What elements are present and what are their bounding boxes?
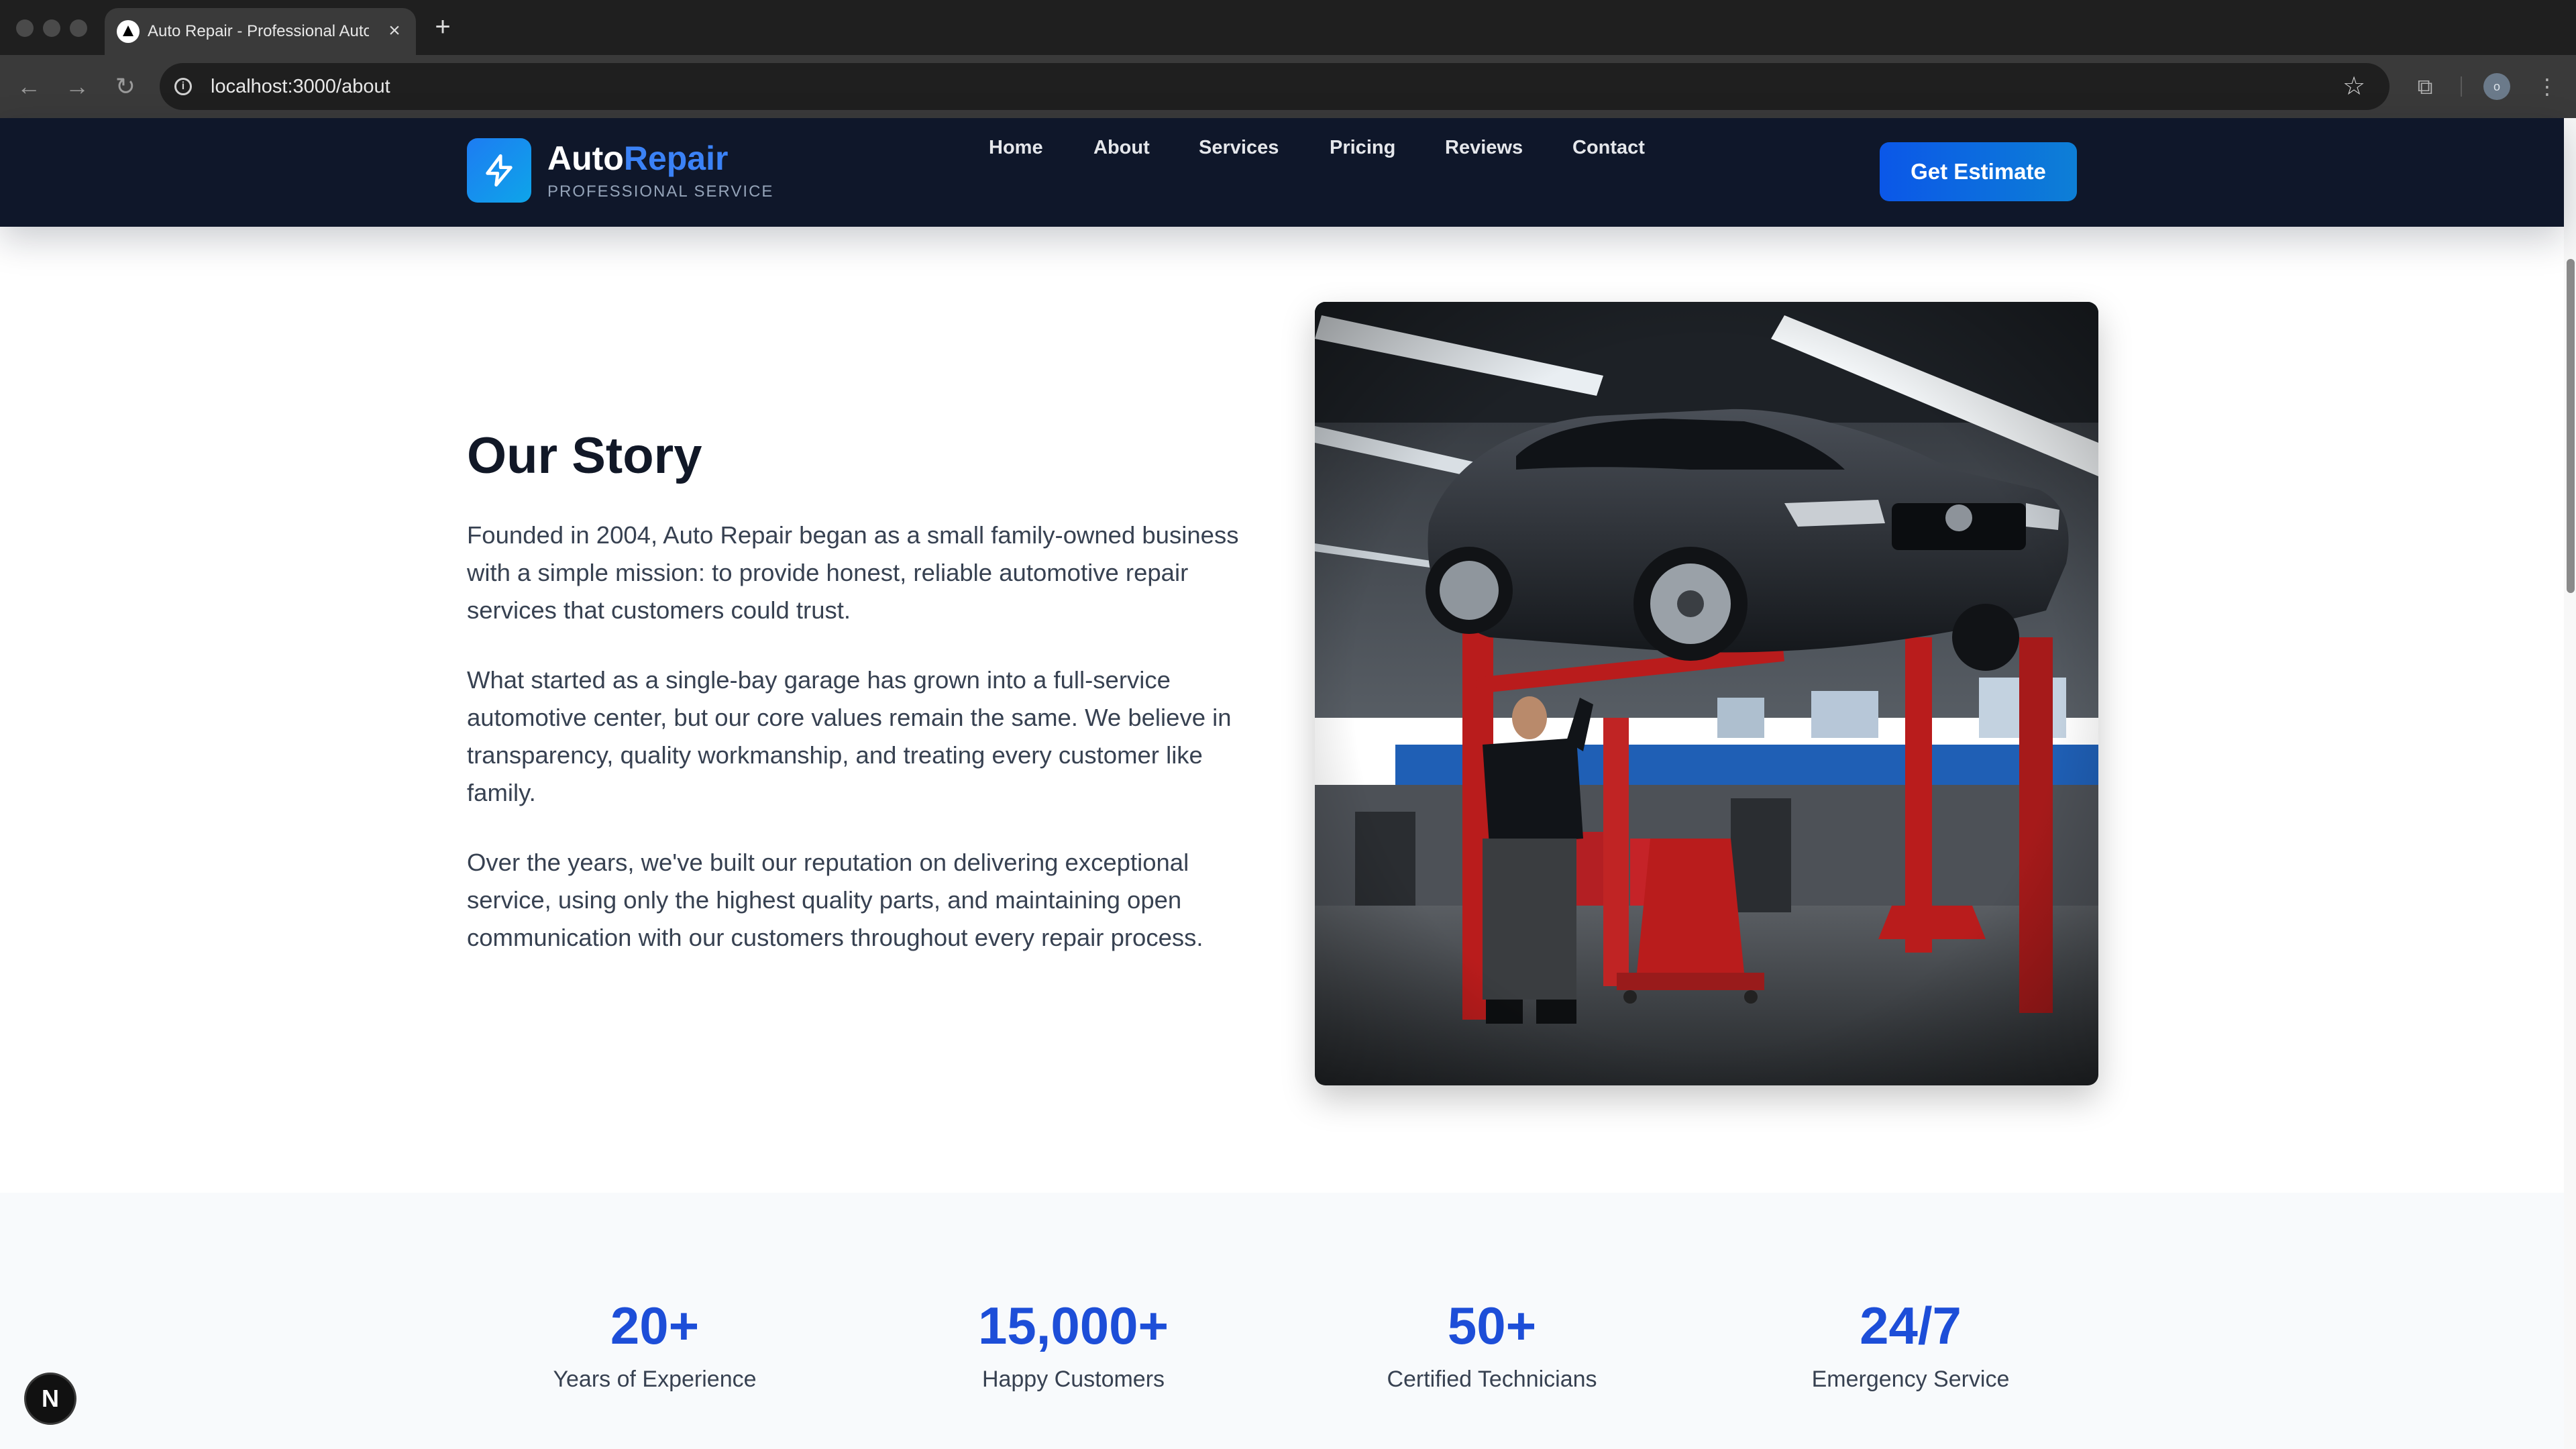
stat-technicians-value: 50+ xyxy=(1447,1296,1537,1355)
profile-avatar[interactable]: o xyxy=(2483,73,2510,100)
nav-link-contact[interactable]: Contact xyxy=(1572,134,1645,161)
brand-tagline: PROFESSIONAL SERVICE xyxy=(547,182,774,201)
tab-close-icon[interactable]: × xyxy=(382,17,407,44)
back-icon[interactable]: ← xyxy=(12,70,46,103)
reload-icon[interactable]: ↻ xyxy=(109,70,142,103)
site-info-icon[interactable]: i xyxy=(174,78,192,95)
stat-customers-label: Happy Customers xyxy=(981,1366,1165,1392)
stat-customers-value: 15,000+ xyxy=(977,1296,1169,1355)
page-scrollbar-thumb[interactable] xyxy=(2567,259,2575,593)
nav-link-reviews[interactable]: Reviews xyxy=(1445,134,1523,161)
brand-name-part2: Repair xyxy=(623,140,729,177)
browser-tab-bar: Auto Repair - Professional Auto Repair S… xyxy=(0,0,2576,55)
nav-link-pricing[interactable]: Pricing xyxy=(1330,134,1395,161)
window-close-button[interactable] xyxy=(16,19,34,37)
brand-name-part1: Auto xyxy=(547,140,624,177)
stat-emergency-value: 24/7 xyxy=(1860,1296,1962,1355)
tab-title: Auto Repair - Professional Auto Repair S… xyxy=(148,22,369,40)
nav-link-services[interactable]: Services xyxy=(1199,134,1279,161)
address-bar-url[interactable]: localhost:3000/about xyxy=(211,74,390,99)
page-root: Auto Repair - Professional Auto Repair S… xyxy=(0,0,2576,1449)
stat-technicians-label: Certified Technicians xyxy=(1387,1366,1597,1392)
nav-link-home[interactable]: Home xyxy=(989,134,1043,161)
browser-toolbar: ← → ↻ i localhost:3000/about ☆ ⧉ o ⋮ xyxy=(0,55,2576,118)
forward-icon[interactable]: → xyxy=(60,70,94,103)
browser-menu-icon[interactable]: ⋮ xyxy=(2530,70,2564,103)
stat-emergency-label: Emergency Service xyxy=(1811,1366,2010,1392)
toolbar-divider xyxy=(2461,76,2462,97)
story-paragraph-3: Over the years, we've built our reputati… xyxy=(467,849,1203,951)
story-paragraph-1: Founded in 2004, Auto Repair began as a … xyxy=(467,521,1239,624)
new-tab-plus-icon[interactable]: + xyxy=(429,12,456,42)
address-bar[interactable]: i localhost:3000/about ☆ xyxy=(160,63,2390,110)
stat-years-value: 20+ xyxy=(610,1296,700,1355)
get-estimate-button[interactable]: Get Estimate xyxy=(1880,142,2077,201)
bookmark-star-icon[interactable]: ☆ xyxy=(2339,71,2369,102)
tab-search-icon[interactable]: ⧉ xyxy=(2408,70,2442,103)
tab-favicon-icon xyxy=(117,20,140,43)
nav-link-about[interactable]: About xyxy=(1093,134,1150,161)
brand-name[interactable]: AutoRepair xyxy=(547,138,728,178)
stat-years-label: Years of Experience xyxy=(553,1366,757,1392)
window-minimize-button[interactable] xyxy=(43,19,60,37)
story-heading: Our Story xyxy=(467,427,702,484)
nextjs-dev-badge[interactable]: N xyxy=(24,1373,76,1425)
story-paragraph-2: What started as a single-bay garage has … xyxy=(467,666,1232,806)
logo-lightning-bolt-icon[interactable] xyxy=(467,138,531,203)
site-header: AutoRepair PROFESSIONAL SERVICE Home Abo… xyxy=(0,118,2564,227)
stats-section xyxy=(0,1193,2564,1449)
garage-photo xyxy=(1315,302,2098,1085)
browser-tab-active[interactable]: Auto Repair - Professional Auto Repair S… xyxy=(105,8,416,55)
window-zoom-button[interactable] xyxy=(70,19,87,37)
